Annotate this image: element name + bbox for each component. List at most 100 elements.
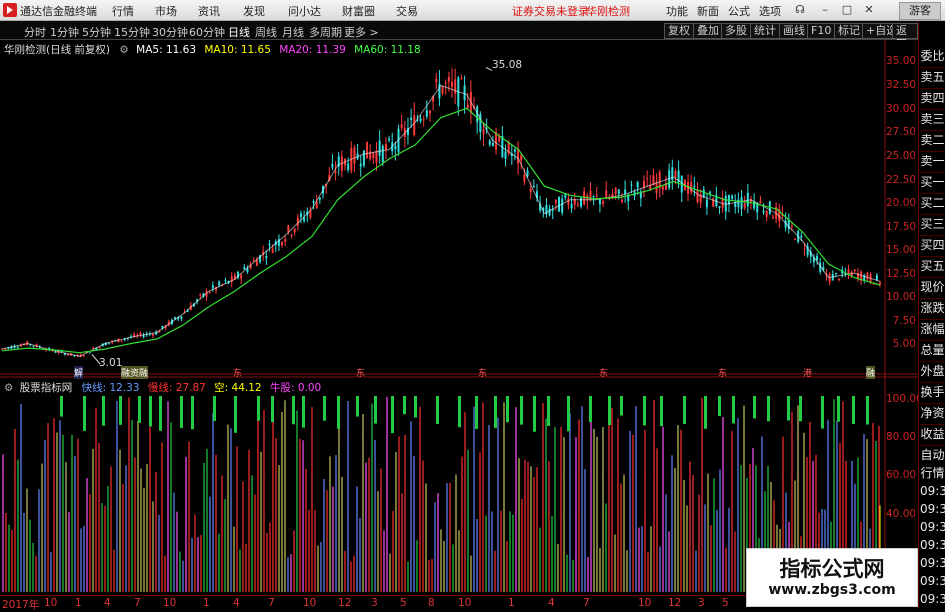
side-label[interactable]: 卖一 <box>920 151 945 173</box>
stock-chart[interactable] <box>0 40 918 595</box>
menu-new-layout[interactable]: 新面 <box>697 3 719 19</box>
tab-weekly[interactable]: 周线 <box>255 24 277 40</box>
candle-body <box>513 149 516 152</box>
tab-daily[interactable]: 日线 <box>228 24 250 40</box>
menu-trade[interactable]: 交易 <box>396 3 418 19</box>
menu-discover[interactable]: 发现 <box>243 3 265 19</box>
side-label[interactable]: 外盘 <box>920 361 945 383</box>
side-label[interactable]: 买四 <box>920 235 945 257</box>
draw-line-button[interactable]: 画线 <box>779 23 809 39</box>
menu-wealth[interactable]: 财富圈 <box>342 3 375 19</box>
event-marker[interactable]: 东 <box>356 366 365 379</box>
date-label: 1 <box>508 597 515 609</box>
axis-label: 25.00 <box>886 150 917 162</box>
candle-body <box>630 184 633 186</box>
menu-options[interactable]: 选项 <box>759 3 781 19</box>
candle-body <box>441 86 444 94</box>
quote-label[interactable]: 行情 <box>920 464 945 482</box>
side-label[interactable]: 买五 <box>920 256 945 278</box>
indicator-peak-bar <box>753 396 756 419</box>
event-marker[interactable]: 东 <box>599 366 608 379</box>
side-label[interactable]: 涨幅 <box>920 319 945 341</box>
date-label: 7 <box>583 597 590 609</box>
axis-label: 20.00 <box>886 197 917 209</box>
side-label[interactable]: 卖五 <box>920 67 945 89</box>
side-label[interactable]: 委比 <box>920 46 945 68</box>
restore-rights-button[interactable]: 复权 <box>664 23 694 39</box>
event-marker[interactable]: 东 <box>478 366 487 379</box>
date-label: 10 <box>163 597 177 609</box>
auto-quote-label[interactable]: 自动 <box>920 446 945 464</box>
watermark-title: 指标公式网 <box>779 557 885 581</box>
candle-body <box>523 174 526 182</box>
minimize-icon[interactable]: – <box>818 3 832 16</box>
tab-15min[interactable]: 15分钟 <box>114 24 150 40</box>
candle-body <box>353 147 356 164</box>
guest-button[interactable]: 游客 <box>899 2 941 20</box>
stock-alert[interactable]: 华刚检测 <box>586 3 630 19</box>
candle-body <box>875 275 878 281</box>
tab-more[interactable]: 更多 > <box>344 24 379 40</box>
side-label[interactable]: 换手 <box>920 382 945 404</box>
support-icon[interactable]: ☊ <box>793 3 807 16</box>
tab-60min[interactable]: 60分钟 <box>189 24 225 40</box>
side-label[interactable]: 卖三 <box>920 109 945 131</box>
menu-ask[interactable]: 问小达 <box>288 3 321 19</box>
side-label[interactable]: 买三 <box>920 214 945 236</box>
menu-function[interactable]: 功能 <box>666 3 688 19</box>
tab-timeshare[interactable]: 分时 <box>24 24 46 40</box>
date-label: 1 <box>203 597 210 609</box>
tab-5min[interactable]: 5分钟 <box>82 24 111 40</box>
candle-body <box>32 345 35 347</box>
indicator-peak-bar <box>119 396 122 425</box>
date-label: 10 <box>44 597 58 609</box>
tab-monthly[interactable]: 月线 <box>282 24 304 40</box>
tick-time: 09:30 <box>920 520 945 534</box>
side-label[interactable]: 现价 <box>920 277 945 299</box>
side-label[interactable]: 净资 <box>920 403 945 425</box>
multi-stock-button[interactable]: 多股 <box>721 23 751 39</box>
menu-news[interactable]: 资讯 <box>198 3 220 19</box>
side-label[interactable]: 涨跌 <box>920 298 945 320</box>
date-label: 1 <box>75 597 82 609</box>
candle-body <box>388 138 391 141</box>
close-icon[interactable]: ✕ <box>862 3 876 16</box>
candle-body <box>240 275 243 279</box>
side-label[interactable]: 买一 <box>920 172 945 194</box>
indicator-gear-icon[interactable]: ⚙ <box>4 382 13 394</box>
side-label[interactable]: 收益 <box>920 424 945 446</box>
tab-30min[interactable]: 30分钟 <box>152 24 188 40</box>
sub-axis-label: 40.00 <box>886 508 917 520</box>
event-marker[interactable]: 东 <box>718 366 727 379</box>
login-alert[interactable]: 证券交易未登录 <box>512 3 589 19</box>
date-label: 2017年 <box>2 599 40 611</box>
f10-button[interactable]: F10 <box>807 23 836 39</box>
event-marker[interactable]: 融资融 <box>121 366 149 379</box>
candle-body <box>570 203 573 209</box>
candle-body <box>847 269 850 274</box>
mark-button[interactable]: 标记 <box>834 23 864 39</box>
menu-formula[interactable]: 公式 <box>728 3 750 19</box>
indicator-peak-bar <box>866 396 869 425</box>
candle-body <box>753 201 756 209</box>
event-marker[interactable]: 融 <box>866 366 876 379</box>
event-marker[interactable]: 东 <box>233 366 242 379</box>
date-label: 3 <box>698 597 705 609</box>
side-label[interactable]: 总量 <box>920 340 945 362</box>
event-marker[interactable]: 港 <box>803 366 812 379</box>
back-button[interactable]: 返回 <box>892 23 918 51</box>
tab-multi-period[interactable]: 多周期 <box>309 24 342 40</box>
axis-label: 35.00 <box>886 55 917 67</box>
settings-gear-icon[interactable]: ⚙ <box>119 44 128 56</box>
side-label[interactable]: 卖二 <box>920 130 945 152</box>
stats-button[interactable]: 统计 <box>750 23 780 39</box>
period-toolbar: 分时 1分钟 5分钟 15分钟 30分钟 60分钟 日线 周线 月线 多周期 更… <box>0 21 918 51</box>
tab-1min[interactable]: 1分钟 <box>50 24 79 40</box>
side-label[interactable]: 卖四 <box>920 88 945 110</box>
maximize-icon[interactable]: □ <box>840 3 854 16</box>
menu-market[interactable]: 市场 <box>155 3 177 19</box>
overlay-button[interactable]: 叠加 <box>693 23 723 39</box>
menu-quotes[interactable]: 行情 <box>112 3 134 19</box>
event-marker[interactable]: 解 <box>74 366 84 379</box>
side-label[interactable]: 买二 <box>920 193 945 215</box>
